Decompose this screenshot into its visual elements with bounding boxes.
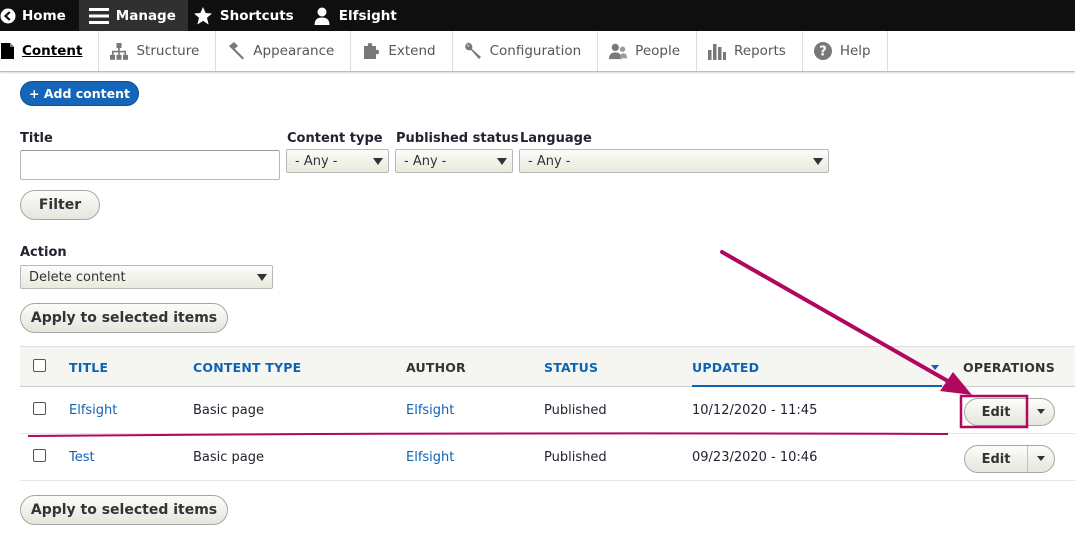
apply-selected-button-top[interactable]: Apply to selected items [20, 303, 228, 333]
edit-button[interactable]: Edit [965, 446, 1028, 472]
toolbar-home-label: Home [22, 7, 66, 24]
help-icon: ? [813, 42, 832, 60]
chevron-down-icon [813, 158, 823, 165]
page-icon [0, 42, 14, 60]
hamburger-icon [88, 5, 110, 27]
admin-toolbar: Home Manage Shortcuts Elfsight [0, 0, 1075, 31]
row-content-type: Basic page [193, 403, 265, 418]
toolbar-tray: Content Structure Appearance Extend Conf… [0, 31, 1075, 72]
back-arrow-icon [0, 5, 16, 27]
operations-toggle[interactable] [1028, 399, 1054, 425]
svg-text:?: ? [819, 45, 827, 60]
row-author-link[interactable]: Elfsight [406, 450, 454, 465]
sitemap-icon [110, 42, 129, 60]
chevron-down-icon [257, 274, 267, 281]
add-content-button[interactable]: + Add content [20, 81, 139, 106]
toolbar-shortcuts-label: Shortcuts [219, 7, 294, 24]
table-row: Test Basic page Elfsight Published 09/23… [20, 434, 1075, 481]
title-filter-label: Title [20, 131, 53, 146]
published-status-label: Published status [396, 131, 519, 146]
people-icon [609, 42, 628, 60]
wrench-icon [464, 42, 482, 60]
toolbar-home[interactable]: Home [0, 0, 79, 31]
column-header-content-type[interactable]: CONTENT TYPE [193, 360, 301, 375]
row-checkbox[interactable] [33, 402, 46, 415]
chevron-down-icon [1037, 409, 1045, 414]
language-label: Language [520, 131, 592, 146]
tray-item-label: Reports [734, 43, 786, 59]
tray-item-content[interactable]: Content [0, 31, 100, 71]
content-type-label: Content type [287, 131, 383, 146]
user-icon [311, 5, 333, 27]
filter-button[interactable]: Filter [20, 190, 100, 220]
row-operations-dropbutton: Edit [964, 398, 1055, 426]
published-status-value: - Any - [404, 153, 447, 169]
content-type-value: - Any - [295, 153, 338, 169]
column-header-updated[interactable]: UPDATED [692, 360, 759, 375]
tray-item-structure[interactable]: Structure [99, 31, 217, 71]
row-title-link[interactable]: Elfsight [69, 403, 117, 418]
toolbar-manage[interactable]: Manage [78, 0, 188, 31]
select-all-checkbox[interactable] [33, 359, 46, 372]
tray-item-label: Appearance [253, 43, 335, 59]
title-filter-input[interactable] [20, 150, 280, 180]
tray-item-extend[interactable]: Extend [351, 31, 453, 71]
apply-selected-button-bottom[interactable]: Apply to selected items [20, 495, 228, 525]
toolbar-manage-label: Manage [115, 7, 176, 24]
language-select[interactable]: - Any - [519, 149, 829, 173]
table-row: Elfsight Basic page Elfsight Published 1… [20, 387, 1075, 434]
tray-item-appearance[interactable]: Appearance [216, 31, 352, 71]
tray-item-label: Help [839, 43, 871, 59]
tray-item-configuration[interactable]: Configuration [453, 31, 599, 71]
edit-button[interactable]: Edit [965, 399, 1028, 425]
row-operations-dropbutton: Edit [964, 445, 1055, 473]
operations-toggle[interactable] [1028, 446, 1054, 472]
tray-item-help[interactable]: ? Help [803, 31, 888, 71]
row-content-type: Basic page [193, 450, 265, 465]
row-updated: 09/23/2020 - 10:46 [692, 450, 818, 465]
row-status: Published [544, 403, 607, 418]
toolbar-shortcuts[interactable]: Shortcuts [188, 0, 307, 31]
published-status-select[interactable]: - Any - [395, 149, 513, 173]
row-status: Published [544, 450, 607, 465]
tray-item-reports[interactable]: Reports [697, 31, 803, 71]
brush-icon [227, 42, 245, 60]
action-value: Delete content [29, 269, 126, 285]
action-select[interactable]: Delete content [20, 265, 273, 289]
row-author-link[interactable]: Elfsight [406, 403, 454, 418]
star-icon [192, 5, 214, 27]
chevron-down-icon [373, 158, 383, 165]
table-header: TITLE CONTENT TYPE AUTHOR STATUS UPDATED… [20, 346, 1075, 387]
puzzle-icon [362, 42, 380, 60]
row-updated: 10/12/2020 - 11:45 [692, 403, 818, 418]
tray-item-label: Content [22, 43, 83, 59]
bar-chart-icon [708, 42, 727, 60]
tray-item-label: People [635, 43, 681, 59]
row-checkbox[interactable] [33, 449, 46, 462]
row-title-link[interactable]: Test [69, 450, 95, 465]
tray-item-label: Extend [388, 43, 436, 59]
tray-item-label: Configuration [489, 43, 582, 59]
content-type-select[interactable]: - Any - [286, 149, 389, 173]
column-header-title[interactable]: TITLE [69, 360, 108, 375]
tray-item-label: Structure [136, 43, 200, 59]
tray-item-people[interactable]: People [598, 31, 698, 71]
column-header-status[interactable]: STATUS [544, 360, 598, 375]
toolbar-user[interactable]: Elfsight [307, 0, 410, 31]
action-label: Action [20, 245, 67, 260]
column-header-operations: OPERATIONS [963, 360, 1055, 375]
sort-descending-icon [931, 365, 939, 370]
toolbar-user-label: Elfsight [338, 7, 397, 24]
chevron-down-icon [497, 158, 507, 165]
column-header-author: AUTHOR [406, 360, 466, 375]
language-value: - Any - [528, 153, 571, 169]
chevron-down-icon [1037, 456, 1045, 461]
